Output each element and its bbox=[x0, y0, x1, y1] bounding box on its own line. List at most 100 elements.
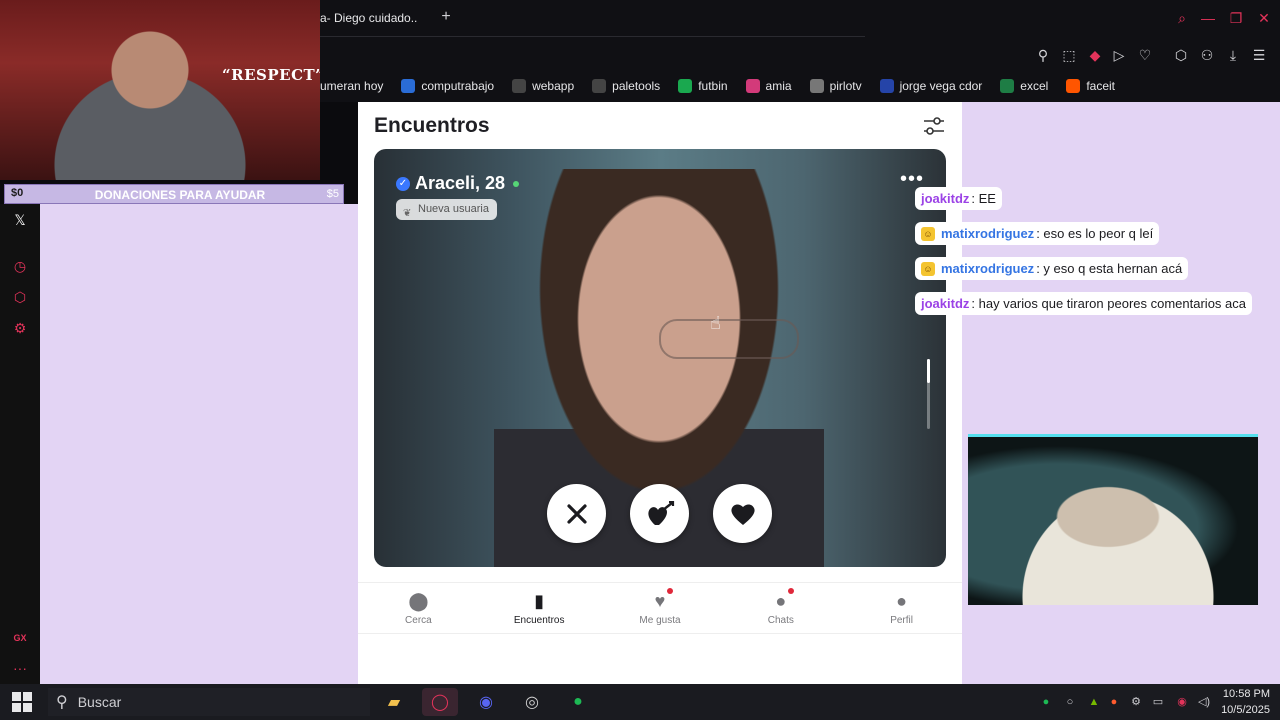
chat-message: joakitdz: hay varios que tiraron peores … bbox=[915, 292, 1252, 315]
app-tray-icon[interactable]: ● bbox=[1106, 694, 1122, 710]
chat-message: ☺ matixrodriguez: eso es lo peor q leí bbox=[915, 222, 1160, 245]
bookmark-item[interactable]: webapp bbox=[512, 79, 574, 93]
person-icon: ● bbox=[896, 591, 908, 611]
respect-caption: “RESPECT” bbox=[222, 66, 320, 84]
bookmark-item[interactable]: faceit bbox=[1066, 79, 1115, 93]
settings-gear-icon[interactable]: ⚙ bbox=[10, 318, 30, 338]
heart-icon: ♥ bbox=[649, 588, 673, 612]
search-icon[interactable]: ⌕ bbox=[1172, 8, 1192, 28]
network-tray-icon[interactable]: ▭ bbox=[1150, 694, 1166, 710]
pirlotv-icon bbox=[809, 79, 824, 93]
nav-item-encuentros[interactable]: ▮ Encuentros bbox=[479, 583, 600, 633]
bookmark-label: webapp bbox=[532, 79, 575, 93]
nav-item-perfil[interactable]: ● Perfil bbox=[841, 583, 962, 633]
chat-message: ☺ matixrodriguez: y eso q esta hernan acá bbox=[915, 257, 1189, 280]
chevron-icon bbox=[879, 79, 894, 93]
nav-item-cerca[interactable]: ⬤ Cerca bbox=[358, 583, 479, 633]
hand-cursor-icon: ☝ bbox=[710, 313, 721, 333]
volume-tray-icon[interactable]: ◁) bbox=[1196, 694, 1212, 710]
faceit-icon bbox=[1066, 79, 1081, 93]
profile-name: Araceli, 28 bbox=[415, 173, 506, 193]
photo-scroll-indicator bbox=[927, 359, 930, 429]
account-icon[interactable]: ⚇ bbox=[1196, 44, 1218, 66]
taskbar-search[interactable]: ⚲ Buscar bbox=[48, 688, 370, 716]
maximize-icon[interactable]: ❐ bbox=[1226, 8, 1246, 28]
snapshot-icon[interactable]: ⬚ bbox=[1058, 44, 1080, 66]
x-logo-icon[interactable]: 𝕏 bbox=[10, 210, 30, 230]
chat-username[interactable]: joakitdz bbox=[921, 191, 969, 206]
donation-goal: $5 bbox=[326, 188, 339, 200]
extensions-sidebar-icon[interactable]: ⬡ bbox=[10, 287, 30, 307]
bookmark-item[interactable]: amia bbox=[745, 79, 792, 93]
file-explorer-icon[interactable]: ▰ bbox=[376, 688, 412, 716]
close-icon[interactable]: ✕ bbox=[1254, 8, 1274, 28]
donation-label: DONACIONES PARA AYUDAR bbox=[94, 188, 266, 202]
minimize-icon[interactable]: — bbox=[1198, 8, 1218, 28]
bookmark-item[interactable]: computrabajo bbox=[401, 79, 494, 93]
system-clock[interactable]: 10:58 PM 10/5/2025 bbox=[1221, 686, 1270, 718]
subscriber-badge-icon: ☺ bbox=[921, 226, 935, 241]
history-icon[interactable]: ◷ bbox=[10, 256, 30, 276]
discord-icon[interactable]: ◉ bbox=[468, 688, 504, 716]
bookmark-item[interactable]: excel bbox=[1000, 79, 1048, 93]
spotify-tray-icon[interactable]: ● bbox=[1038, 694, 1054, 710]
chat-text: : EE bbox=[971, 191, 996, 206]
notification-dot bbox=[666, 588, 673, 594]
location-pin-icon: ⬤ bbox=[408, 591, 429, 611]
chat-username[interactable]: matixrodriguez bbox=[941, 226, 1034, 241]
bookmark-label: futbin bbox=[698, 79, 728, 93]
pin-icon[interactable]: ⚲ bbox=[1032, 44, 1054, 66]
more-options-icon[interactable]: ••• bbox=[900, 169, 924, 189]
bookmarks-bar: umeran hoy computrabajo webapp paletools fut… bbox=[320, 70, 1280, 102]
menu-icon[interactable]: ☰ bbox=[1248, 44, 1270, 66]
leaf-icon: ❦ bbox=[403, 208, 412, 219]
close-x-icon bbox=[566, 503, 587, 524]
crush-button[interactable] bbox=[630, 484, 689, 543]
chat-text: : y eso q esta hernan acá bbox=[1036, 261, 1183, 276]
download-icon[interactable]: ⤓ bbox=[1222, 44, 1244, 66]
nav-item-me-gusta[interactable]: ♥ Me gusta bbox=[600, 583, 721, 633]
chat-username[interactable]: matixrodriguez bbox=[941, 261, 1034, 276]
dislike-button[interactable] bbox=[547, 484, 606, 543]
gx-logo-icon[interactable]: GX bbox=[10, 628, 30, 648]
obs-icon[interactable]: ◎ bbox=[514, 688, 550, 716]
chat-text: : eso es lo peor q leí bbox=[1036, 226, 1154, 241]
steam-tray-icon[interactable]: ⚙ bbox=[1128, 694, 1144, 710]
clock-date: 10/5/2025 bbox=[1221, 704, 1270, 716]
nav-item-chats[interactable]: ● Chats bbox=[720, 583, 841, 633]
heart-icon[interactable]: ♡ bbox=[1134, 44, 1156, 66]
bookmark-item[interactable]: paletools bbox=[592, 79, 660, 93]
nvidia-tray-icon[interactable]: ▲ bbox=[1086, 694, 1102, 710]
filter-sliders-icon[interactable] bbox=[922, 114, 946, 138]
chat-username[interactable]: joakitdz bbox=[921, 296, 969, 311]
bookmark-label: paletools bbox=[612, 79, 661, 93]
gx-tray-icon[interactable]: ◉ bbox=[1174, 694, 1190, 710]
shield-icon[interactable]: ◆ bbox=[1084, 44, 1106, 66]
profile-name-row: ✓ Araceli, 28 bbox=[396, 173, 520, 194]
profile-card[interactable]: ✓ Araceli, 28 ❦ Nueva usuaria ••• ☝ bbox=[374, 149, 946, 567]
spotify-icon[interactable]: ● bbox=[560, 688, 596, 716]
streamer-webcam: “RESPECT” bbox=[0, 0, 320, 180]
new-user-label: Nueva usuaria bbox=[418, 203, 489, 215]
browser-tab[interactable]: a- Diego cuidado.. bbox=[320, 0, 430, 36]
bookmark-item[interactable]: umeran hoy bbox=[320, 79, 383, 93]
extensions-icon[interactable]: ⬡ bbox=[1170, 44, 1192, 66]
windows-taskbar: ⚲ Buscar ▰ ◯ ◉ ◎ ● ● ○ ▲ ● ⚙ ▭ ◉ ◁) 10:5… bbox=[0, 684, 1280, 720]
opera-gx-icon[interactable]: ◯ bbox=[422, 688, 458, 716]
nav-label: Cerca bbox=[405, 615, 432, 626]
new-tab-button[interactable]: + bbox=[436, 8, 456, 28]
document-icon bbox=[512, 79, 527, 93]
clock-time: 10:58 PM bbox=[1222, 688, 1270, 700]
like-button[interactable] bbox=[713, 484, 772, 543]
page-background-left bbox=[40, 204, 358, 684]
bookmark-item[interactable]: jorge vega cdor bbox=[879, 79, 982, 93]
bookmark-item[interactable]: futbin bbox=[678, 79, 728, 93]
play-icon[interactable]: ▷ bbox=[1108, 44, 1130, 66]
windows-start-icon[interactable] bbox=[12, 692, 32, 712]
bookmark-label: amia bbox=[765, 79, 792, 93]
screen: a- Diego cuidado.. + ⌕ — ❐ ✕ ⚲ ⬚ ◆ ▷ ♡ ⬡… bbox=[0, 0, 1280, 720]
bookmark-item[interactable]: pirlotv bbox=[809, 79, 862, 93]
notification-dot bbox=[787, 588, 794, 594]
more-icon[interactable]: ··· bbox=[10, 658, 30, 678]
circle-tray-icon[interactable]: ○ bbox=[1062, 694, 1078, 710]
